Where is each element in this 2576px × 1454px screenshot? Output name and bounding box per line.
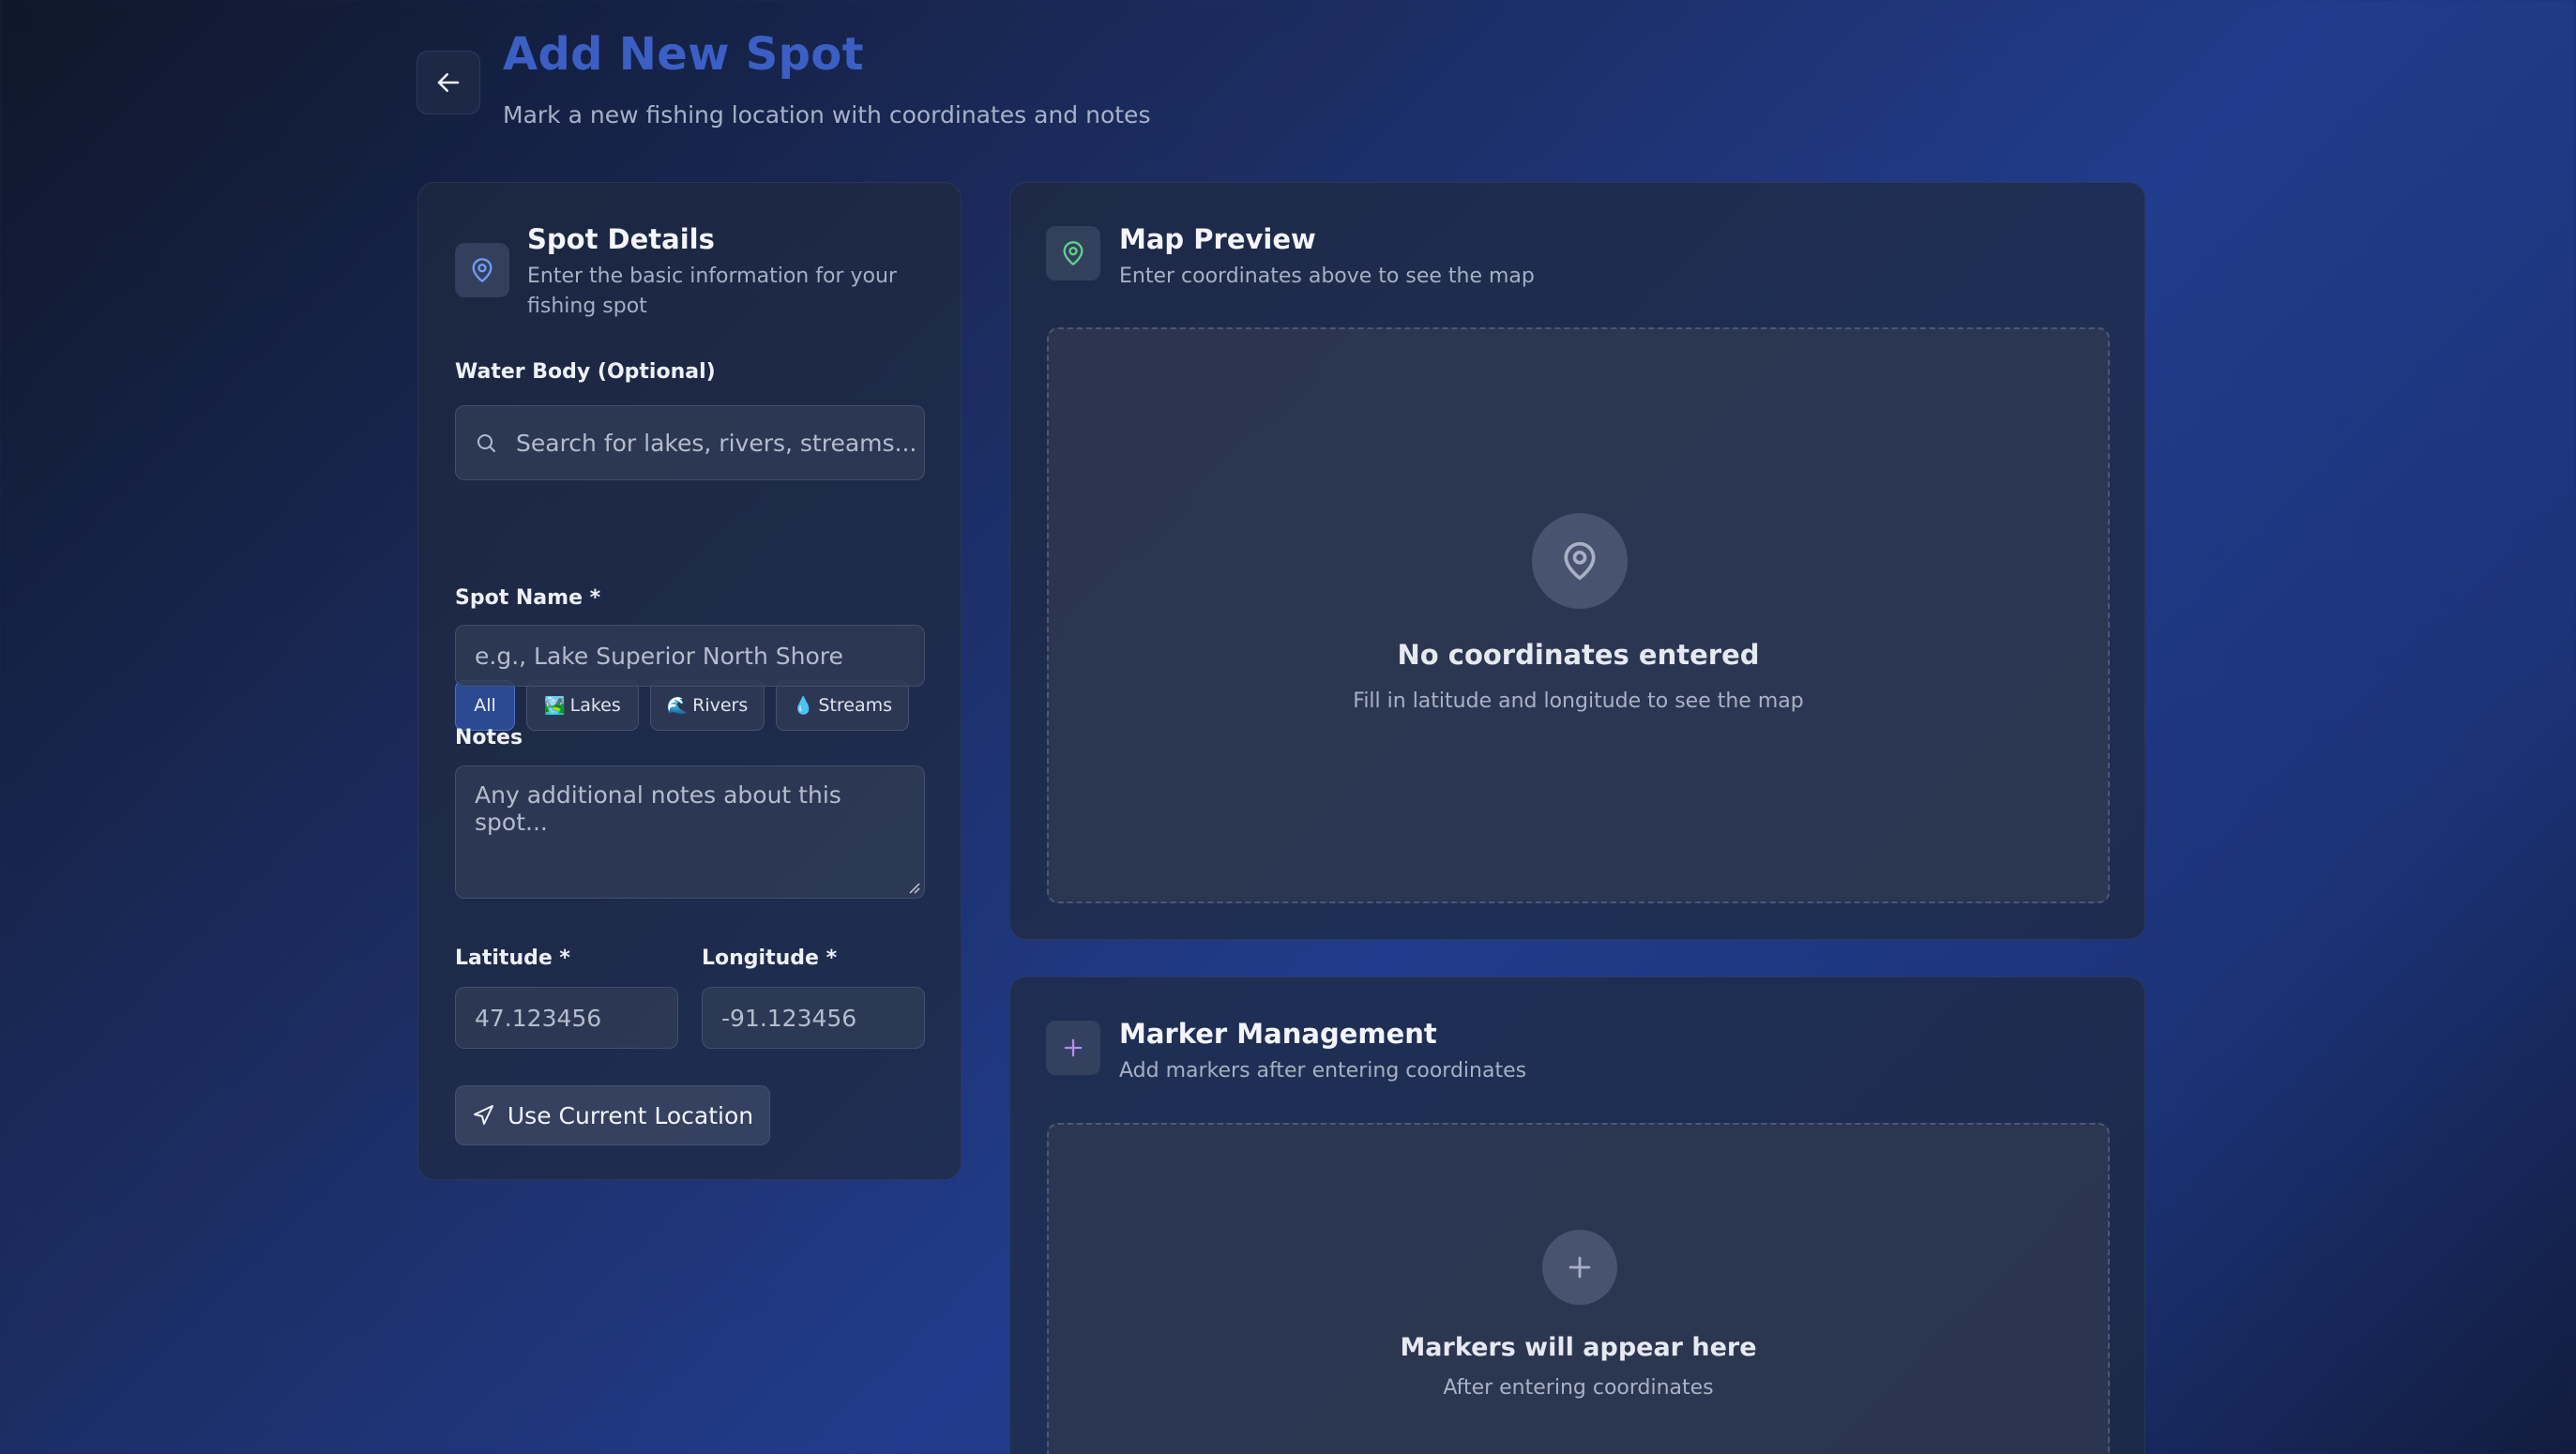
back-button[interactable] bbox=[417, 51, 480, 114]
filter-chip-all[interactable]: All bbox=[455, 680, 515, 731]
map-placeholder: No coordinates entered Fill in latitude … bbox=[1047, 327, 2110, 903]
marker-management-description: Add markers after entering coordinates bbox=[1119, 1059, 1527, 1083]
latitude-placeholder: 47.123456 bbox=[475, 1004, 602, 1032]
page-title: Add New Spot bbox=[503, 28, 864, 81]
map-preview-description: Enter coordinates above to see the map bbox=[1119, 265, 1535, 288]
marker-management-title: Marker Management bbox=[1119, 1018, 1437, 1050]
filter-chip-label: Lakes bbox=[569, 695, 621, 716]
spot-details-title: Spot Details bbox=[527, 223, 715, 255]
marker-management-card: Marker Management Add markers after ente… bbox=[1009, 977, 2145, 1454]
lake-icon: 🏞️ bbox=[544, 695, 566, 716]
resize-grip-icon[interactable] bbox=[907, 881, 920, 894]
water-body-search-input[interactable]: Search for lakes, rivers, streams... bbox=[455, 405, 925, 480]
no-coordinates-title: No coordinates entered bbox=[1397, 639, 1760, 671]
map-preview-card: Map Preview Enter coordinates above to s… bbox=[1009, 182, 2145, 940]
map-pin-icon bbox=[1046, 226, 1100, 280]
markers-empty-subtitle: After entering coordinates bbox=[1443, 1376, 1714, 1400]
map-pin-icon bbox=[455, 243, 509, 297]
filter-chip-streams[interactable]: 💧 Streams bbox=[776, 680, 909, 731]
filter-chip-lakes[interactable]: 🏞️ Lakes bbox=[526, 680, 639, 731]
notes-textarea[interactable]: Any additional notes about this spot... bbox=[455, 765, 925, 899]
filter-chip-label: Rivers bbox=[692, 695, 749, 716]
markers-placeholder: Markers will appear here After entering … bbox=[1047, 1123, 2110, 1454]
filter-chip-label: Streams bbox=[818, 695, 893, 716]
search-icon bbox=[477, 434, 495, 452]
plus-icon bbox=[1046, 1021, 1100, 1075]
latitude-label: Latitude * bbox=[455, 947, 570, 970]
arrow-left-icon bbox=[437, 73, 460, 92]
no-coordinates-subtitle: Fill in latitude and longitude to see th… bbox=[1353, 689, 1804, 713]
filter-chip-label: All bbox=[474, 695, 496, 716]
map-preview-title: Map Preview bbox=[1119, 223, 1316, 255]
wave-icon: 🌊 bbox=[666, 695, 689, 716]
spot-name-input[interactable]: e.g., Lake Superior North Shore bbox=[455, 625, 925, 687]
map-pin-icon bbox=[1532, 513, 1628, 609]
use-current-location-label: Use Current Location bbox=[507, 1101, 754, 1129]
navigation-icon bbox=[473, 1105, 493, 1125]
longitude-input[interactable]: -91.123456 bbox=[702, 987, 925, 1049]
latitude-input[interactable]: 47.123456 bbox=[455, 987, 678, 1049]
use-current-location-button[interactable]: Use Current Location bbox=[455, 1085, 770, 1145]
page-subtitle: Mark a new fishing location with coordin… bbox=[503, 101, 1151, 129]
spot-details-card: Spot Details Enter the basic information… bbox=[417, 182, 962, 1180]
water-body-label: Water Body (Optional) bbox=[455, 360, 716, 384]
spot-name-label: Spot Name * bbox=[455, 586, 601, 610]
plus-icon bbox=[1542, 1230, 1617, 1305]
spot-name-placeholder: e.g., Lake Superior North Shore bbox=[475, 642, 843, 670]
longitude-label: Longitude * bbox=[702, 947, 838, 970]
notes-label: Notes bbox=[455, 726, 523, 750]
markers-empty-title: Markers will appear here bbox=[1400, 1333, 1757, 1362]
longitude-placeholder: -91.123456 bbox=[721, 1004, 857, 1032]
notes-placeholder: Any additional notes about this spot... bbox=[475, 781, 841, 836]
filter-chip-rivers[interactable]: 🌊 Rivers bbox=[650, 680, 765, 731]
water-body-search-placeholder: Search for lakes, rivers, streams... bbox=[516, 429, 917, 457]
droplet-icon: 💧 bbox=[792, 695, 814, 716]
spot-details-description: Enter the basic information for your fis… bbox=[527, 265, 897, 318]
